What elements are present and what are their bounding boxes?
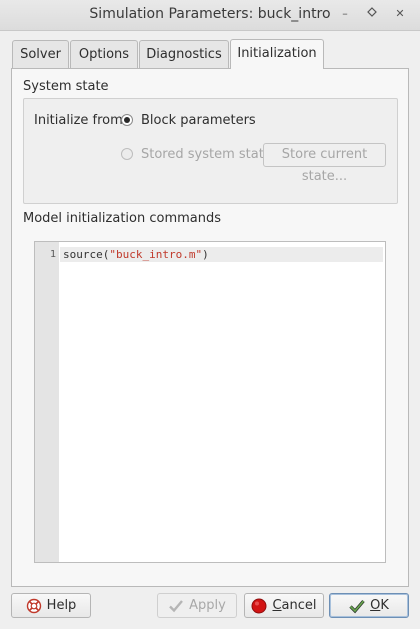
help-lifebuoy-icon — [26, 598, 42, 614]
radio-stored-system-state[interactable] — [121, 148, 133, 160]
stop-circle-icon — [251, 598, 267, 614]
tab-options[interactable]: Options — [70, 40, 138, 68]
minimize-icon[interactable]: – — [337, 6, 353, 22]
code-suffix: ) — [202, 248, 209, 261]
window-title: Simulation Parameters: buck_intro — [89, 6, 331, 22]
radio-block-parameters-label[interactable]: Block parameters — [141, 113, 256, 128]
radio-stored-system-state-label[interactable]: Stored system state — [141, 147, 272, 162]
checkmark-icon — [168, 598, 184, 614]
tab-diagnostics[interactable]: Diagnostics — [139, 40, 229, 68]
system-state-label: System state — [23, 79, 109, 94]
code-line[interactable]: source("buck_intro.m") — [63, 247, 209, 262]
initialize-from-label: Initialize from: — [34, 113, 128, 128]
close-icon[interactable]: ✕ — [392, 6, 408, 22]
tab-initialization[interactable]: Initialization — [230, 39, 324, 69]
line-number-gutter — [35, 242, 59, 562]
radio-block-parameters[interactable] — [121, 114, 133, 126]
title-bar: Simulation Parameters: buck_intro – ✕ — [0, 0, 420, 31]
code-function: source( — [63, 248, 110, 261]
line-number: 1 — [49, 249, 56, 260]
apply-button-label: Apply — [189, 598, 226, 613]
help-button-label: Help — [46, 598, 77, 613]
ok-button-label: OK — [370, 598, 389, 613]
ok-button[interactable]: OK — [329, 593, 409, 618]
checkmark-icon — [349, 598, 365, 614]
help-button[interactable]: Help — [11, 593, 91, 618]
commands-label: Model initialization commands — [23, 211, 222, 226]
maximize-icon[interactable] — [364, 6, 380, 22]
tab-solver[interactable]: Solver — [12, 40, 69, 68]
cancel-button[interactable]: Cancel — [244, 593, 324, 618]
cancel-button-label: Cancel — [272, 598, 317, 613]
commands-editor[interactable]: 1 source("buck_intro.m") — [34, 241, 386, 563]
store-current-state-button[interactable]: Store current state... — [263, 143, 386, 184]
code-string: "buck_intro.m" — [109, 248, 203, 261]
apply-button[interactable]: Apply — [157, 593, 237, 618]
